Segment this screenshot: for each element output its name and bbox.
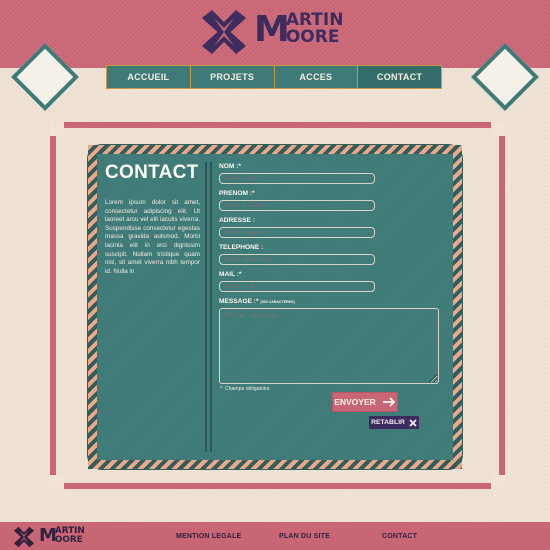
- contact-intro: CONTACT Lorem ipsum dolor sit amet, cons…: [105, 162, 200, 276]
- logo-line-2: OORE: [54, 534, 83, 545]
- arrow-right-icon: [382, 397, 396, 407]
- required-fields-note: *: Champs obligatoire: [220, 386, 270, 392]
- message-char-limit: (500 CARACTERES): [260, 300, 295, 304]
- message-field[interactable]: [219, 308, 439, 384]
- message-label: MESSAGE :*: [219, 298, 259, 305]
- footer-link-plan-du-site[interactable]: PLAN DU SITE: [279, 533, 330, 540]
- mail-field[interactable]: [219, 281, 375, 292]
- footer-logo[interactable]: M ARTIN OORE: [12, 526, 94, 548]
- logo-mark-icon: [13, 526, 35, 548]
- prenom-label: PRENOM :*: [219, 190, 255, 197]
- logo-wordmark: M ARTIN OORE: [254, 12, 343, 48]
- frame-notch: [50, 475, 64, 489]
- mail-label: MAIL :*: [219, 271, 242, 278]
- adresse-field[interactable]: [219, 227, 375, 238]
- site-logo[interactable]: M ARTIN OORE: [200, 8, 360, 56]
- nav-item-projets[interactable]: PROJETS: [189, 66, 274, 88]
- nom-label: NOM :*: [219, 163, 241, 170]
- logo-mark-icon: [202, 10, 246, 54]
- column-divider: [205, 162, 212, 452]
- logo-letter-m: M: [254, 9, 290, 50]
- prenom-field[interactable]: [219, 200, 375, 211]
- frame-notch: [50, 122, 64, 136]
- send-button[interactable]: ENVOYER: [332, 392, 398, 412]
- send-label: ENVOYER: [334, 397, 376, 407]
- frame-notch: [491, 122, 505, 136]
- main-nav: ACCUEIL PROJETS ACCES CONTACT: [106, 65, 442, 89]
- footer-link-contact[interactable]: CONTACT: [382, 533, 417, 540]
- reset-button[interactable]: RETABLIR: [369, 416, 419, 429]
- page-title: CONTACT: [105, 162, 199, 183]
- contact-form: NOM :* PRENOM :* ADRESSE : TELEPHONE : M…: [219, 162, 443, 384]
- telephone-label: TELEPHONE :: [219, 244, 264, 251]
- adresse-label: ADRESSE :: [219, 217, 255, 224]
- telephone-field[interactable]: [219, 254, 375, 265]
- reset-label: RETABLIR: [371, 419, 405, 426]
- intro-text: Lorem ipsum dolor sit amet, consectetur …: [105, 199, 200, 275]
- footer-link-mention-legale[interactable]: MENTION LEGALE: [176, 533, 241, 540]
- footer-logo-wordmark: M ARTIN OORE: [39, 527, 85, 545]
- message-label-row: MESSAGE :* (500 CARACTERES): [219, 297, 443, 307]
- frame-notch: [491, 475, 505, 489]
- logo-line-2: OORE: [285, 27, 340, 47]
- close-icon: [409, 418, 417, 427]
- nom-field[interactable]: [219, 173, 375, 184]
- nav-item-acces[interactable]: ACCES: [273, 66, 358, 88]
- nav-item-contact[interactable]: CONTACT: [357, 66, 441, 88]
- nav-item-accueil[interactable]: ACCUEIL: [107, 66, 190, 88]
